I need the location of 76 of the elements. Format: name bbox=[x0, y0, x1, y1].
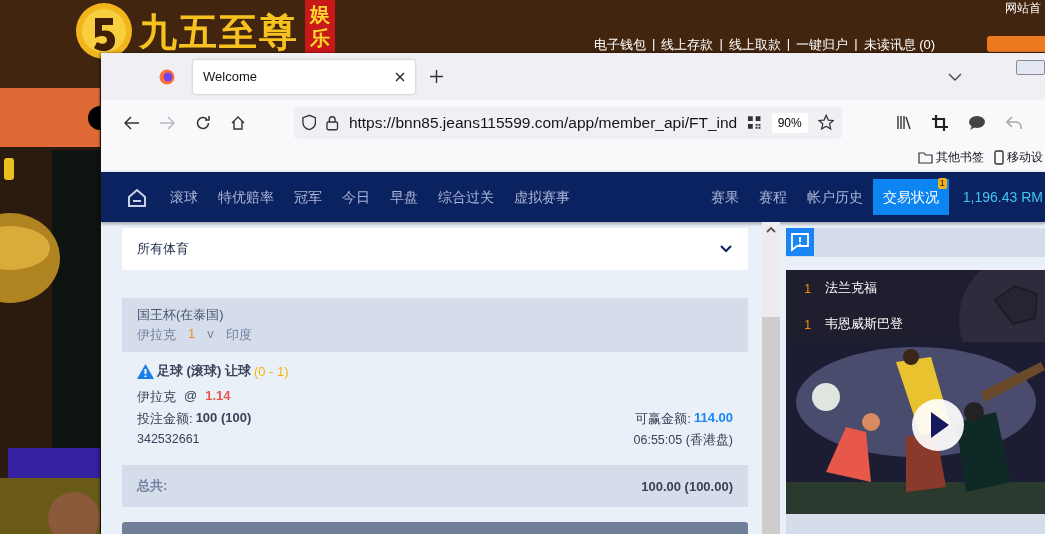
league-name: 国王杯(在泰国) bbox=[137, 306, 225, 324]
nav-tab[interactable]: 冠军 bbox=[284, 179, 332, 215]
stake-label: 投注金额: bbox=[137, 410, 193, 428]
mobile-bookmarks[interactable]: 移动设 bbox=[994, 149, 1043, 166]
scrollbar[interactable] bbox=[762, 222, 780, 534]
close-icon[interactable] bbox=[395, 71, 405, 82]
live-score: 1 bbox=[804, 316, 812, 332]
nav-tab[interactable]: 综合过关 bbox=[428, 179, 504, 215]
shield-icon[interactable] bbox=[302, 114, 317, 131]
nav-tab[interactable]: 赛程 bbox=[748, 179, 797, 215]
bookmark-folder[interactable]: 其他书签 bbox=[918, 149, 984, 166]
logo-text: 九五至尊 bbox=[139, 9, 299, 55]
link-separator: | bbox=[652, 36, 656, 53]
team-name: 韦恩威斯巴登 bbox=[825, 315, 904, 333]
header-link[interactable]: 电子钱包 bbox=[594, 36, 646, 54]
total-label: 总共: bbox=[137, 477, 168, 495]
win-label: 可赢金额: bbox=[635, 410, 691, 428]
zoom-level[interactable]: 90% bbox=[771, 112, 808, 133]
count-badge: 1 bbox=[937, 178, 947, 189]
header-link[interactable]: 未读讯息 (0) bbox=[863, 36, 936, 54]
back-icon[interactable] bbox=[124, 115, 140, 130]
qr-code-icon[interactable] bbox=[747, 115, 762, 130]
link-separator: | bbox=[719, 36, 723, 53]
header-link[interactable]: 一键归户 bbox=[796, 36, 849, 54]
reload-icon[interactable] bbox=[195, 114, 211, 131]
alert-message-icon[interactable] bbox=[786, 228, 814, 256]
address-bar[interactable]: https://bnn85.jeans115599.com/app/member_api/FT_ind 90% bbox=[294, 106, 842, 139]
sport-dropdown[interactable]: 所有体育 bbox=[122, 228, 748, 270]
odds: 1.14 bbox=[205, 388, 231, 405]
picked-team: 伊拉克 bbox=[137, 388, 176, 406]
home-icon[interactable] bbox=[230, 114, 246, 131]
scroll-up-icon[interactable] bbox=[766, 226, 776, 233]
header-link[interactable]: 线上存款 bbox=[661, 36, 714, 54]
browser-logo-icon bbox=[159, 68, 175, 85]
nav-tab[interactable]: 早盘 bbox=[380, 179, 428, 215]
team-name: 法兰克福 bbox=[825, 279, 878, 297]
lock-icon bbox=[326, 114, 339, 131]
win-amount: 114.00 bbox=[693, 410, 733, 427]
chat-icon[interactable] bbox=[968, 114, 986, 131]
play-icon bbox=[931, 412, 949, 438]
stake-amount: 100 (100) bbox=[195, 410, 252, 427]
home-link[interactable]: 网站首 bbox=[1005, 0, 1041, 17]
crop-icon[interactable] bbox=[932, 114, 948, 131]
warning-icon bbox=[137, 363, 154, 379]
nav-tab[interactable]: 特优赔率 bbox=[208, 179, 284, 215]
versus-label: v bbox=[207, 326, 214, 343]
chevron-down-icon[interactable] bbox=[948, 72, 962, 81]
bet-time: 06:55:05 (香港盘) bbox=[633, 432, 733, 449]
library-icon[interactable] bbox=[896, 115, 912, 130]
handicap: (0 - 1) bbox=[253, 363, 289, 379]
link-separator: | bbox=[786, 36, 791, 53]
header-link[interactable]: 线上取款 bbox=[728, 36, 781, 54]
score: 1 bbox=[188, 326, 196, 343]
nav-tab[interactable]: 今日 bbox=[332, 179, 380, 215]
ticket-number: 342532661 bbox=[137, 432, 200, 448]
minimize-button[interactable] bbox=[1016, 60, 1045, 75]
browser-tab[interactable]: Welcome bbox=[193, 59, 415, 94]
live-score: 1 bbox=[804, 280, 812, 296]
at-sign: @ bbox=[184, 388, 198, 405]
url-text: https://bnn85.jeans115599.com/app/member_api/FT_ind bbox=[348, 113, 738, 132]
phone-icon bbox=[994, 150, 1004, 165]
balance: 1,196.43 RM bbox=[962, 189, 1043, 205]
nav-tab[interactable]: 虚拟赛事 bbox=[504, 179, 580, 215]
nav-tab[interactable]: 赛果 bbox=[700, 179, 749, 215]
new-tab-icon[interactable] bbox=[430, 70, 443, 83]
bet-type: 足球 (滚球) 让球 bbox=[157, 362, 251, 380]
nav-tab[interactable]: 滚球 bbox=[160, 179, 208, 215]
team-name: 印度 bbox=[225, 326, 252, 344]
chevron-down-icon bbox=[720, 245, 732, 253]
link-separator: | bbox=[854, 36, 858, 53]
folder-icon bbox=[918, 151, 933, 164]
team-name: 伊拉克 bbox=[137, 326, 176, 344]
total-amount: 100.00 (100.00) bbox=[641, 478, 733, 494]
nav-tab[interactable]: 帐户历史 bbox=[796, 179, 873, 215]
star-icon[interactable] bbox=[817, 114, 834, 131]
nav-tab[interactable]: 交易状况 1 bbox=[872, 179, 949, 215]
